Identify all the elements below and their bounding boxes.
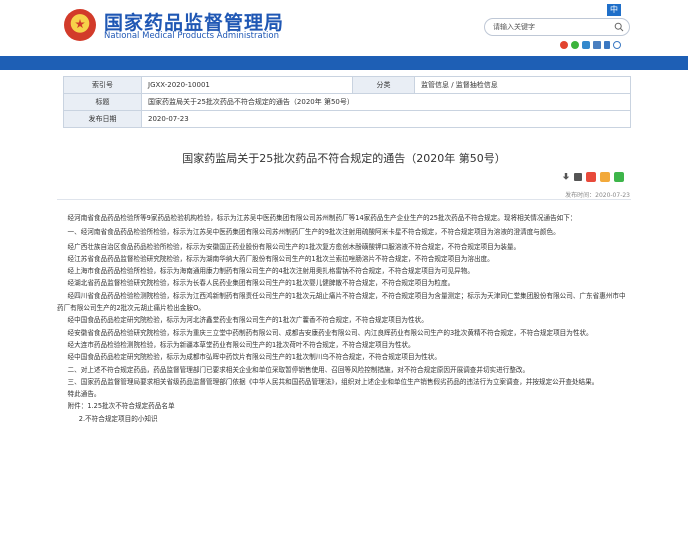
paragraph: 经中国食品药品检定研究院检验，标示为成都市弘晖中药饮片有限公司生产的1批次制川乌… [67, 353, 441, 362]
paragraph: 一、经河南省食品药品检验所检验，标示为江苏吴中医药集团有限公司苏州制药厂生产的9… [67, 228, 560, 237]
date-value: 2020-07-23 [141, 110, 631, 128]
paragraph: 二、对上述不符合规定药品，药品监督管理部门已要求相关企业和单位采取暂停销售使用、… [67, 365, 530, 374]
print-icon[interactable] [574, 173, 582, 181]
paragraph: 经湖北省药品监督检验研究院检验，标示为长春人民药业集团有限公司生产的1批次婴儿健… [67, 279, 455, 288]
share-weibo-icon[interactable] [586, 172, 596, 182]
paragraph: 经江苏省食品药品监督检验研究院检验，标示为湖南华纳大药厂股份有限公司生产的1批次… [67, 254, 494, 263]
share-qzone-icon[interactable] [600, 172, 610, 182]
article-body: 经河南省食品药品检验所等9家药品检验机构检验，标示为江苏吴中医药集团有限公司苏州… [57, 212, 631, 425]
weibo-icon[interactable] [560, 41, 568, 49]
index-label: 索引号 [63, 76, 142, 94]
wechat-icon[interactable] [571, 41, 579, 49]
mail-icon[interactable] [593, 41, 601, 49]
title-label: 标题 [63, 93, 142, 111]
info-table: 索引号 JGXX-2020-10001 分类 监管信息 / 监督抽检信息 标题 … [63, 76, 631, 128]
search-input[interactable] [493, 21, 603, 33]
article-tools [562, 172, 624, 182]
category-label: 分类 [352, 76, 415, 94]
site-header: 国家药品监督管理局 National Medical Products Admi… [0, 0, 688, 52]
national-emblem-icon[interactable] [64, 9, 96, 41]
download-icon[interactable] [562, 173, 570, 180]
publish-time: 发布时间：2020-07-23 [565, 192, 630, 199]
paragraph: 经河南省食品药品检验所等9家药品检验机构检验，标示为江苏吴中医药集团有限公司苏州… [67, 214, 577, 222]
search-box [484, 18, 630, 36]
category-value: 监管信息 / 监督抽检信息 [414, 76, 631, 94]
paragraph: 三、国家药品监督管理局要求相关省级药品监督管理部门依据《中华人民共和国药品管理法… [67, 377, 599, 386]
title-value: 国家药监局关于25批次药品不符合规定的通告（2020年 第50号） [141, 93, 631, 111]
date-label: 发布日期 [63, 110, 142, 128]
attachment-link[interactable]: 附件：1.25批次不符合规定药品名单 [57, 400, 631, 412]
paragraph: 经中国食品药品检定研究院检验，标示为河北济鑫堂药业有限公司生产的1批次广藿香不符… [67, 316, 428, 325]
paragraph: 经上海市食品药品检验所检验，标示为海南通用康力制药有限公司生产的4批次注射用奥扎… [67, 267, 474, 276]
share-wechat-icon[interactable] [614, 172, 624, 182]
paragraph: 经四川省食品药品检验检测院检验，标示为江西鸿新制药有限责任公司生产的1批次元胡止… [57, 291, 626, 313]
divider [57, 199, 631, 200]
index-value: JGXX-2020-10001 [141, 76, 353, 94]
article-title: 国家药监局关于25批次药品不符合规定的通告（2020年 第50号） [182, 152, 506, 165]
table-row: 发布日期 2020-07-23 [63, 110, 631, 128]
mobile-icon[interactable] [604, 41, 610, 49]
paragraph: 经大连市药品检验检测院检验，标示为新疆本草堂药业有限公司生产的1批次荷叶不符合规… [67, 340, 415, 349]
paragraph: 特此通告。 [67, 390, 101, 399]
search-icon[interactable] [614, 22, 624, 32]
paragraph: 经安徽省食品药品检验研究院检验，标示为重庆三立堂中药制药有限公司、成都吉安康药业… [67, 328, 593, 337]
nav-bar [0, 56, 688, 70]
logo-title-en[interactable]: National Medical Products Administration [104, 31, 279, 41]
language-switch-button[interactable]: 中 [607, 4, 621, 16]
table-row: 索引号 JGXX-2020-10001 分类 监管信息 / 监督抽检信息 [63, 76, 631, 94]
attachment-link[interactable]: 2.不符合规定项目的小知识 [57, 413, 631, 425]
social-links [560, 40, 621, 50]
paragraph: 经广西壮族自治区食品药品检验所检验，标示为安徽国正药业股份有限公司生产的1批次复… [67, 242, 521, 251]
user-icon[interactable] [613, 41, 621, 49]
table-row: 标题 国家药监局关于25批次药品不符合规定的通告（2020年 第50号） [63, 93, 631, 111]
app-icon[interactable] [582, 41, 590, 49]
